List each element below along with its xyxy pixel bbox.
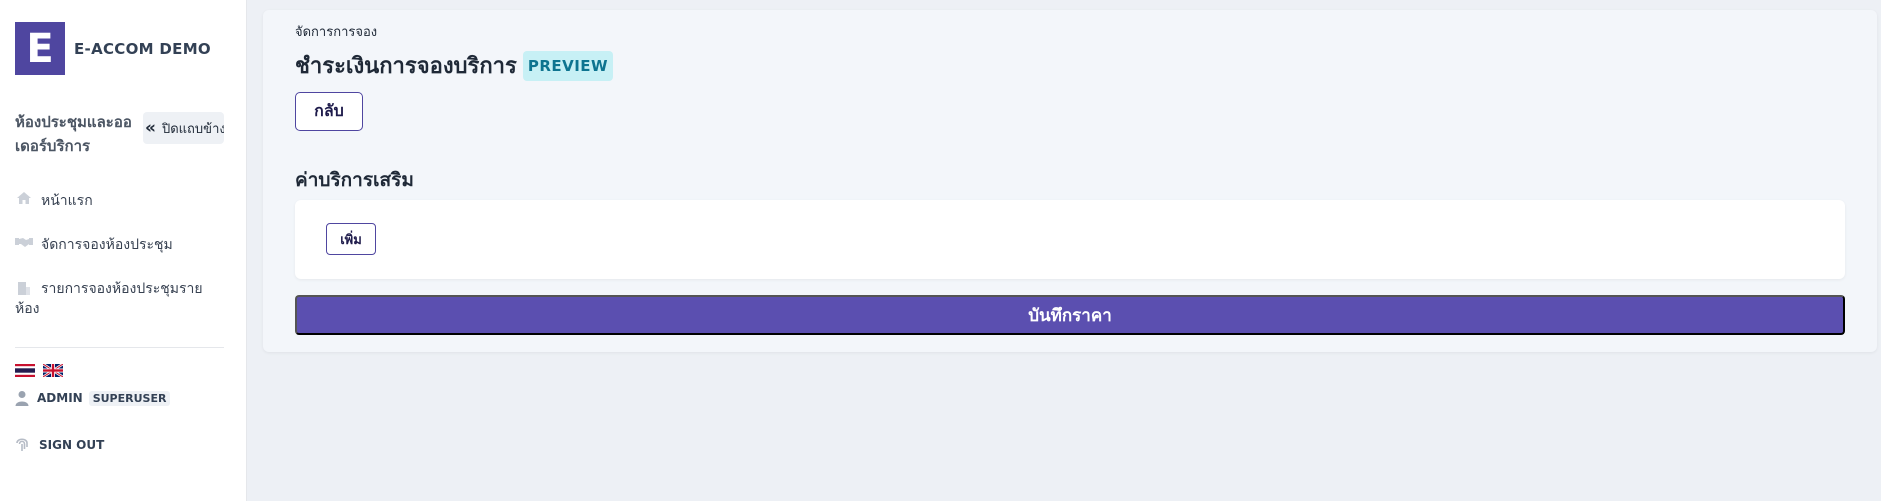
- page-title: ชำระเงินการจองบริการ: [295, 54, 517, 79]
- sidebar-item-manage-booking[interactable]: จัดการจองห้องประชุม: [15, 234, 173, 256]
- sidebar-item-label: จัดการจองห้องประชุม: [41, 237, 173, 253]
- back-button[interactable]: กลับ: [295, 92, 363, 131]
- sidebar-item-room-bookings[interactable]: รายการจองห้องประชุมรายห้อง: [15, 279, 215, 319]
- user-icon: [15, 391, 29, 406]
- preview-badge: PREVIEW: [522, 50, 614, 81]
- user-name: ADMIN: [37, 391, 83, 405]
- handshake-icon: [15, 234, 33, 250]
- uk-flag-icon[interactable]: [43, 364, 63, 377]
- sign-out-link[interactable]: SIGN OUT: [15, 437, 104, 453]
- add-extra-charge-button[interactable]: เพิ่ม: [326, 223, 376, 255]
- collapse-sidebar-button[interactable]: « ปิดแถบข้าง: [143, 112, 224, 144]
- sidebar-item-text: รายการจองห้องประชุมรายห้อง: [15, 281, 203, 317]
- sidebar-item-label: หน้าแรก: [41, 193, 93, 209]
- language-switcher: [15, 364, 63, 377]
- extra-charges-heading: ค่าบริการเสริม: [295, 169, 414, 191]
- thai-flag-icon[interactable]: [15, 364, 35, 377]
- sidebar-item-home[interactable]: หน้าแรก: [15, 190, 93, 212]
- current-user: ADMIN SUPERUSER: [15, 390, 171, 406]
- sidebar: E E-ACCOM DEMO ห้องประชุมและออเดอร์บริกา…: [0, 0, 247, 501]
- double-chevron-left-icon: «: [145, 118, 156, 138]
- breadcrumb[interactable]: จัดการการจอง: [295, 21, 377, 42]
- extra-charges-panel: เพิ่ม: [295, 200, 1845, 279]
- sidebar-divider: [15, 347, 224, 348]
- main-card: จัดการการจอง ชำระเงินการจองบริการ PREVIE…: [263, 10, 1877, 352]
- user-role-badge: SUPERUSER: [88, 390, 171, 406]
- sidebar-item-label: รายการจองห้องประชุมรายห้อง: [15, 279, 215, 319]
- save-price-button[interactable]: บันทึกราคา: [295, 295, 1845, 335]
- building-icon: [15, 280, 33, 296]
- collapse-sidebar-label: ปิดแถบข้าง: [161, 121, 224, 137]
- brand-name[interactable]: E-ACCOM DEMO: [74, 40, 211, 58]
- brand[interactable]: E E-ACCOM DEMO: [15, 22, 211, 75]
- fingerprint-icon: [16, 438, 28, 451]
- title-row: ชำระเงินการจองบริการ PREVIEW: [295, 48, 614, 83]
- sign-out-label: SIGN OUT: [39, 438, 105, 452]
- home-icon: [15, 190, 33, 206]
- brand-logo[interactable]: E: [15, 22, 65, 75]
- sidebar-section-title: ห้องประชุมและออเดอร์บริการ: [15, 113, 132, 155]
